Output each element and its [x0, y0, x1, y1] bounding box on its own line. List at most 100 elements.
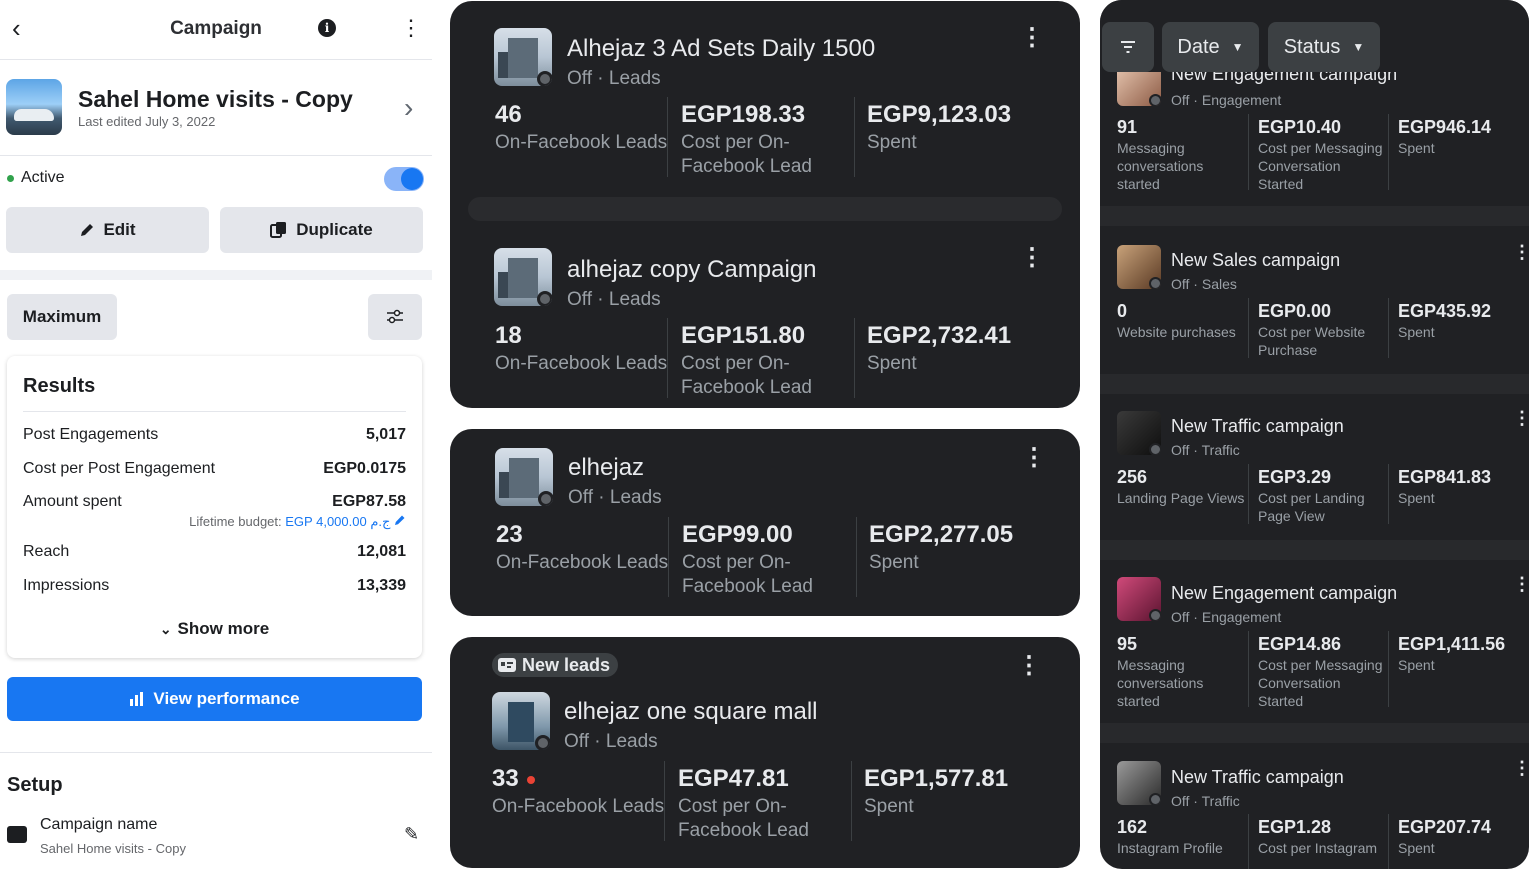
- status-text: Off: [1171, 92, 1190, 108]
- filter-icon: [1121, 41, 1135, 53]
- metric-label: Messaging: [1117, 140, 1185, 156]
- metric-label: Cost per Landing: [1258, 490, 1365, 506]
- metric-label: Spent: [1398, 840, 1435, 856]
- more-options-icon[interactable]: ⋮: [1020, 243, 1044, 272]
- metric-label: Conversation: [1258, 158, 1341, 174]
- metric-label: Spent: [864, 796, 914, 817]
- metric-value: 162: [1117, 817, 1148, 837]
- more-options-icon[interactable]: ⋮: [1513, 242, 1529, 263]
- metric-label: started: [1117, 693, 1160, 709]
- campaign-thumbnail: [494, 28, 552, 86]
- view-performance-button[interactable]: View performance: [7, 677, 422, 721]
- more-options-icon[interactable]: ⋮: [1513, 574, 1529, 595]
- divider: [0, 752, 432, 753]
- filter-settings-button[interactable]: [368, 294, 422, 340]
- metric-value: EGP946.14: [1398, 117, 1492, 137]
- edit-button[interactable]: Edit: [6, 207, 209, 253]
- metric-row: Amount spent EGP87.58: [23, 493, 406, 511]
- metric-label: Cost per Post Engagement: [23, 460, 216, 477]
- metric-value: 23: [496, 521, 523, 548]
- ad-status: Off · Leads: [568, 487, 662, 508]
- divider: [1388, 114, 1389, 190]
- maximum-button[interactable]: Maximum: [7, 294, 117, 340]
- metric-label: Cost per On-: [678, 796, 787, 817]
- metric-value: EGP1.28: [1258, 817, 1332, 837]
- metric-value: EGP435.92: [1398, 301, 1492, 321]
- list-separator: [1100, 206, 1529, 226]
- campaign-thumbnail: [1117, 245, 1161, 289]
- metric-value: EGP0.00: [1258, 301, 1332, 321]
- ad-card[interactable]: New leads elhejaz one square mall Off · …: [450, 637, 1080, 868]
- metric-label: Cost per Website: [1258, 324, 1366, 340]
- status-label: Active: [21, 169, 65, 186]
- status-label: Status: [1283, 35, 1341, 58]
- more-options-icon[interactable]: ⋮: [1020, 23, 1044, 52]
- metric-label: Spent: [867, 353, 917, 374]
- metric-label: Landing Page Views: [1117, 490, 1245, 506]
- divider: [667, 318, 668, 398]
- ad-card[interactable]: elhejaz Off · Leads ⋮ 23 On-Facebook Lea…: [450, 429, 1080, 616]
- campaign-header[interactable]: Sahel Home visits - Copy Last edited Jul…: [0, 60, 432, 156]
- more-options-icon[interactable]: ⋮: [400, 14, 422, 42]
- objective-text: Traffic: [1201, 793, 1240, 809]
- metric-value: EGP2,277.05: [869, 521, 1014, 548]
- duplicate-label: Duplicate: [296, 220, 373, 239]
- metric-label: Page View: [1258, 508, 1325, 524]
- last-edited: Last edited July 3, 2022: [78, 114, 216, 129]
- setup-title: Setup: [7, 774, 63, 796]
- divider: [1248, 114, 1249, 190]
- info-icon[interactable]: i: [318, 19, 336, 37]
- pencil-icon[interactable]: ✎: [404, 824, 419, 845]
- metric-label: Messaging: [1117, 657, 1185, 673]
- metric-label: Spent: [1398, 324, 1435, 340]
- status-filter[interactable]: Status ▼: [1268, 22, 1380, 72]
- budget-strategy-row: Maximum: [0, 280, 432, 342]
- duplicate-button[interactable]: Duplicate: [220, 207, 423, 253]
- campaign-thumbnail: [1117, 411, 1161, 455]
- lifetime-budget[interactable]: Lifetime budget: EGP 4,000.00 ج.م: [189, 514, 406, 530]
- metric-value: EGP10.40: [1258, 117, 1342, 137]
- ad-status: Off · Leads: [567, 289, 661, 310]
- more-options-icon[interactable]: ⋮: [1017, 651, 1041, 680]
- more-options-icon[interactable]: ⋮: [1513, 758, 1529, 779]
- metric-value: EGP3.29: [1258, 467, 1332, 487]
- metric-label: Spent: [1398, 140, 1435, 156]
- objective-text: Leads: [608, 68, 661, 89]
- campaign-name: New Engagement campaign: [1171, 583, 1398, 603]
- more-options-icon[interactable]: ⋮: [1022, 443, 1046, 472]
- campaign-thumbnail: [494, 248, 552, 306]
- results-card: Results Post Engagements 5,017 Cost per …: [7, 356, 422, 658]
- campaign-thumbnail: [495, 448, 553, 506]
- show-more-button[interactable]: ⌄ Show more: [7, 619, 422, 639]
- divider: [851, 761, 852, 841]
- filter-button[interactable]: [1102, 22, 1154, 72]
- metric-label: Amount spent: [23, 493, 122, 510]
- status-text: Off: [1171, 276, 1190, 292]
- pencil-icon[interactable]: [394, 514, 406, 526]
- more-options-icon[interactable]: ⋮: [1513, 408, 1529, 429]
- campaign-name: New Traffic campaign: [1171, 767, 1344, 787]
- divider: [854, 318, 855, 398]
- status-row: Active: [0, 156, 432, 202]
- campaign-thumbnail: [1117, 761, 1161, 805]
- active-toggle[interactable]: [384, 167, 424, 191]
- divider: [854, 97, 855, 177]
- metric-value: EGP841.83: [1398, 467, 1492, 487]
- status-text: Off: [1171, 609, 1190, 625]
- status-dot: [7, 175, 14, 182]
- campaign-list-screen: Date ▼ Status ▼ New Engagement campaign Of…: [1100, 0, 1529, 869]
- divider: [1388, 814, 1389, 869]
- metric-label: Cost per On-: [681, 353, 790, 374]
- list-separator: [1100, 540, 1529, 560]
- divider: [1248, 814, 1249, 869]
- date-filter[interactable]: Date ▼: [1162, 22, 1259, 72]
- metric-label: Spent: [869, 552, 919, 573]
- metric-label: Facebook Lead: [681, 377, 812, 398]
- metric-label: On-Facebook Leads: [495, 353, 668, 374]
- metric-label: Facebook Lead: [678, 820, 809, 841]
- campaign-status: Off · Sales: [1171, 276, 1237, 292]
- divider: [1248, 464, 1249, 524]
- objective-text: Engagement: [1201, 609, 1282, 625]
- new-indicator-dot: [526, 775, 535, 784]
- section-divider: [0, 270, 432, 280]
